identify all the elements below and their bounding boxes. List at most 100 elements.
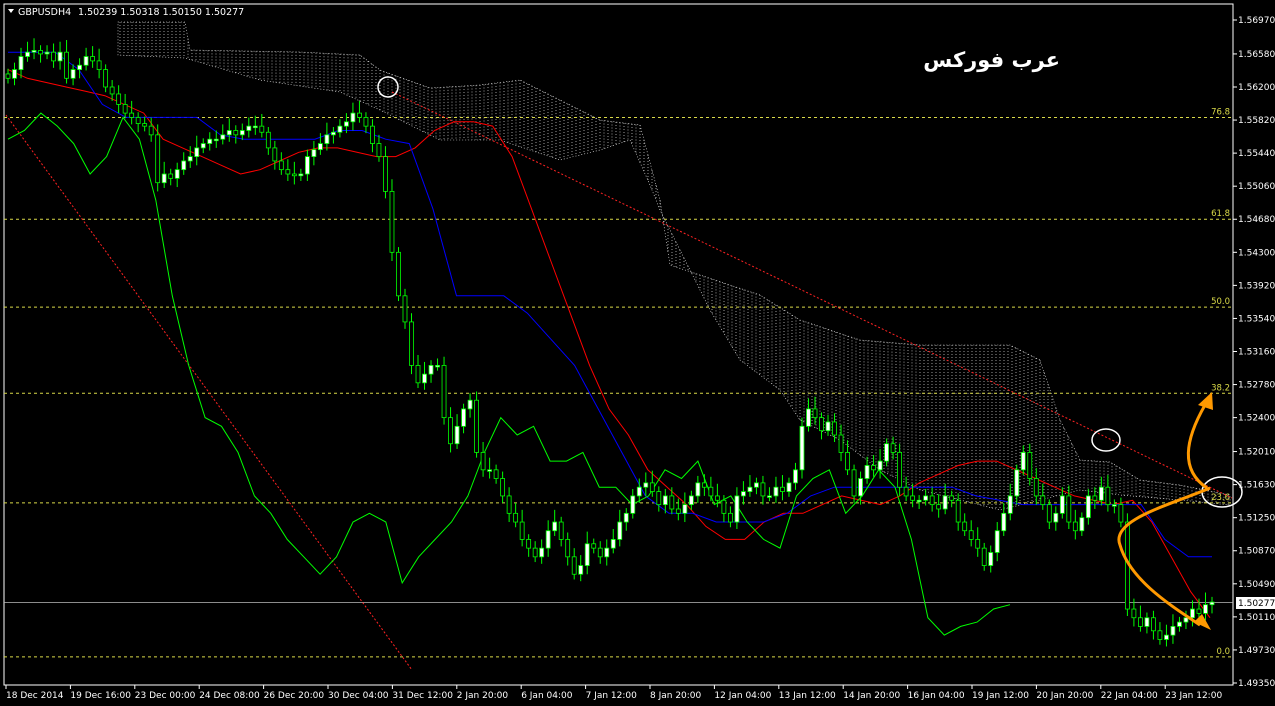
- y-tick-label: 1.56200: [1238, 83, 1275, 93]
- bull-candle: [1183, 617, 1189, 623]
- bull-candle: [786, 482, 792, 492]
- bear-candle: [493, 469, 499, 479]
- bull-candle: [643, 482, 649, 488]
- bull-candle: [1053, 512, 1059, 523]
- bear-candle: [832, 421, 837, 436]
- bull-candle: [604, 547, 610, 558]
- price-chart: 76.861.850.038.223.60.0 1.569701.565801.…: [0, 0, 1275, 706]
- x-tick-label: 13 Jan 12:00: [779, 691, 836, 701]
- bear-candle: [897, 452, 903, 488]
- bear-candle: [649, 482, 655, 492]
- bull-candle: [226, 130, 232, 136]
- bear-candle: [819, 417, 824, 432]
- bull-candle: [825, 421, 831, 432]
- bear-candle: [506, 495, 512, 514]
- x-tick-label: 19 Dec 16:00: [70, 691, 131, 701]
- chart-window: 76.8 61.8 50.0 38.2 23.6 0.0 1.56970 1.56580 1.…: [0, 0, 1275, 706]
- bull-candle: [767, 495, 772, 498]
- bull-candle: [467, 399, 473, 410]
- bull-candle: [207, 138, 213, 144]
- bear-candle: [259, 125, 265, 133]
- bull-candle: [194, 147, 200, 158]
- bear-candle: [122, 103, 128, 114]
- bull-candle: [1007, 495, 1013, 514]
- bull-candle: [337, 125, 343, 133]
- bear-candle: [962, 521, 968, 532]
- bull-candle: [1170, 626, 1176, 636]
- bear-candle: [383, 156, 388, 192]
- bear-candle: [851, 469, 857, 497]
- x-tick-label: 2 Jan 20:00: [457, 691, 509, 701]
- watermark-text: عرب فوركس: [923, 48, 1060, 72]
- y-tick-label: 1.54300: [1238, 248, 1275, 258]
- x-tick-label: 18 Dec 2014: [6, 691, 64, 701]
- y-tick-label: 1.51630: [1238, 481, 1275, 491]
- bull-candle: [304, 156, 310, 175]
- fib-level-label: 0.0: [1216, 647, 1230, 657]
- y-tick-label: 1.52010: [1238, 448, 1275, 458]
- bear-candle: [936, 504, 942, 510]
- bull-candle: [252, 125, 258, 129]
- y-tick-label: 1.55440: [1238, 149, 1275, 159]
- bull-candle: [578, 565, 584, 575]
- bear-candle: [845, 452, 850, 471]
- bear-candle: [910, 495, 916, 501]
- bear-candle: [968, 530, 974, 540]
- fib-level-label: 76.8: [1211, 107, 1230, 117]
- bull-candle: [630, 495, 636, 514]
- bull-candle: [461, 408, 466, 427]
- y-tick-label: 1.55060: [1238, 182, 1275, 192]
- x-tick-label: 19 Jan 12:00: [972, 691, 1029, 701]
- y-tick-label: 1.54680: [1238, 215, 1275, 225]
- bull-candle: [18, 56, 24, 70]
- y-tick-label: 1.50490: [1238, 580, 1275, 590]
- bear-candle: [656, 491, 662, 506]
- bull-candle: [487, 469, 493, 472]
- bull-candle: [350, 112, 356, 123]
- bear-candle: [1033, 478, 1039, 497]
- bear-candle: [103, 69, 109, 88]
- bull-candle: [77, 64, 82, 70]
- bear-candle: [714, 495, 720, 501]
- bear-candle: [291, 173, 297, 177]
- bull-candle: [884, 443, 889, 462]
- bear-candle: [363, 117, 369, 127]
- bear-candle: [376, 143, 382, 158]
- bear-candle: [1040, 495, 1046, 506]
- bear-candle: [513, 512, 519, 523]
- bull-candle: [1001, 512, 1007, 532]
- bull-candle: [454, 425, 460, 445]
- bear-candle: [675, 508, 681, 514]
- bear-candle: [532, 547, 538, 558]
- bull-candle: [31, 50, 37, 53]
- bear-candle: [168, 173, 174, 179]
- bear-candle: [1072, 521, 1078, 532]
- x-tick-label: 30 Dec 04:00: [328, 691, 389, 701]
- header-ohlc: 1.50239 1.50318 1.50150 1.50277: [78, 7, 244, 18]
- bull-candle: [806, 408, 811, 427]
- bear-candle: [5, 73, 11, 79]
- bear-candle: [1151, 617, 1156, 632]
- bear-candle: [558, 521, 564, 540]
- bull-candle: [331, 131, 336, 136]
- x-tick-label: 23 Dec 00:00: [135, 691, 196, 701]
- bull-candle: [220, 134, 226, 140]
- bear-candle: [272, 147, 278, 162]
- bear-candle: [441, 365, 447, 419]
- bear-candle: [591, 543, 597, 549]
- x-tick-label: 23 Jan 12:00: [1165, 691, 1222, 701]
- bear-candle: [148, 125, 154, 136]
- bear-candle: [955, 499, 961, 523]
- bear-candle: [90, 56, 96, 62]
- bear-candle: [415, 365, 421, 384]
- bear-candle: [409, 321, 414, 366]
- bull-candle: [942, 495, 948, 510]
- current-price-marker: 1.50277: [1236, 597, 1275, 609]
- chart-background: [0, 0, 1275, 706]
- x-tick-label: 31 Dec 12:00: [392, 691, 453, 701]
- bull-candle: [1164, 634, 1169, 640]
- chart-header: GBPUSD H4 1.50239 1.50318 1.50150 1.5027…: [8, 7, 244, 18]
- bull-candle: [428, 365, 434, 375]
- bull-candle: [988, 552, 994, 566]
- bear-candle: [728, 512, 733, 523]
